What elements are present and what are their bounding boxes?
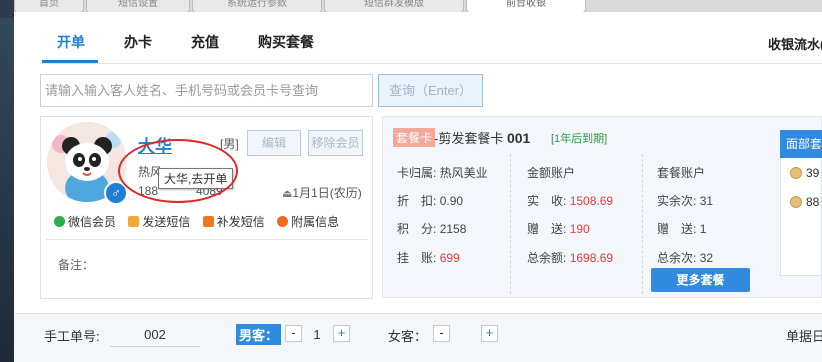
bill-date-label: 单据日 <box>786 329 822 344</box>
info-icon <box>277 216 289 227</box>
more-packages-button[interactable]: 更多套餐 <box>651 268 750 292</box>
tab-recharge[interactable]: 充值 <box>191 32 219 52</box>
female-guest-label: 女客： <box>388 329 428 344</box>
message-icon <box>202 216 214 227</box>
package-card-title: -剪发套餐卡 001 <box>434 130 531 146</box>
real-received-row: 实 收: 1508.69 <box>527 194 614 208</box>
extra-info-link[interactable]: 附属信息 <box>277 213 339 230</box>
edit-button[interactable]: 编辑 <box>247 130 301 156</box>
resend-sms-link[interactable]: 补发短信 <box>202 213 265 230</box>
package-expire: [1年后到期] <box>551 133 608 145</box>
credit-row: 挂 账: 699 <box>397 251 460 265</box>
total-balance-row: 总余额: 1698.69 <box>527 251 614 265</box>
real-times-row: 实余次: 31 <box>657 194 714 208</box>
points-row: 积 分: 2158 <box>397 222 467 236</box>
card-store: 卡归属: 热风美业 <box>397 166 488 180</box>
customer-birthday: ⏏1月1日(农历) <box>282 186 362 200</box>
envelope-icon <box>128 216 140 227</box>
face-package-title: 面部套 <box>780 130 822 158</box>
male-increment-button[interactable]: + <box>333 325 350 342</box>
card-divider <box>46 239 368 240</box>
gift-row: 赠 送: 190 <box>527 222 590 236</box>
query-button[interactable]: 查询（Enter） <box>378 74 483 107</box>
male-guest-label: 男客： <box>236 324 282 345</box>
tab-open-order[interactable]: 开单 <box>57 32 85 52</box>
tab-buy-package[interactable]: 购买套餐 <box>258 32 314 52</box>
bill-number-field[interactable]: 002 <box>110 324 200 347</box>
total-times-row: 总余次: 32 <box>657 251 714 265</box>
remove-member-button[interactable]: 移除会员 <box>308 130 363 156</box>
wechat-icon <box>54 216 65 227</box>
discount-row: 折 扣: 0.90 <box>397 194 464 208</box>
column-divider <box>642 154 644 294</box>
bill-number-label: 手工单号: <box>44 329 100 344</box>
face-item-value: 39 <box>806 166 820 180</box>
calendar-icon: ⏏ <box>282 188 293 200</box>
customer-actions: 微信会员 发送短信 补发短信 附属信息 <box>54 213 348 230</box>
combo-account-title: 套餐账户 <box>657 166 706 180</box>
coin-icon <box>790 167 802 179</box>
female-increment-button[interactable]: + <box>481 325 498 342</box>
male-count[interactable]: 1 <box>309 327 325 342</box>
customer-search-input[interactable] <box>40 74 373 107</box>
coin-icon <box>790 196 802 208</box>
remark-label: 备注： <box>58 258 95 272</box>
male-decrement-button[interactable]: - <box>285 325 302 342</box>
column-divider <box>510 154 512 294</box>
tab-open-card[interactable]: 办卡 <box>124 32 152 52</box>
send-sms-link[interactable]: 发送短信 <box>128 213 190 230</box>
amount-account-title: 金额账户 <box>527 166 576 180</box>
highlight-circle <box>118 139 238 203</box>
gift-times-row: 赠 送: 1 <box>657 222 707 236</box>
female-decrement-button[interactable]: - <box>433 325 450 342</box>
cashier-flow-link[interactable]: 收银流水( <box>768 34 822 53</box>
wechat-member-link[interactable]: 微信会员 <box>54 213 116 230</box>
desktop-background-gradient <box>0 18 14 361</box>
nav-divider <box>40 63 822 64</box>
face-item-value: 88 <box>806 195 820 209</box>
package-card-tag: 套餐卡 <box>393 128 436 147</box>
